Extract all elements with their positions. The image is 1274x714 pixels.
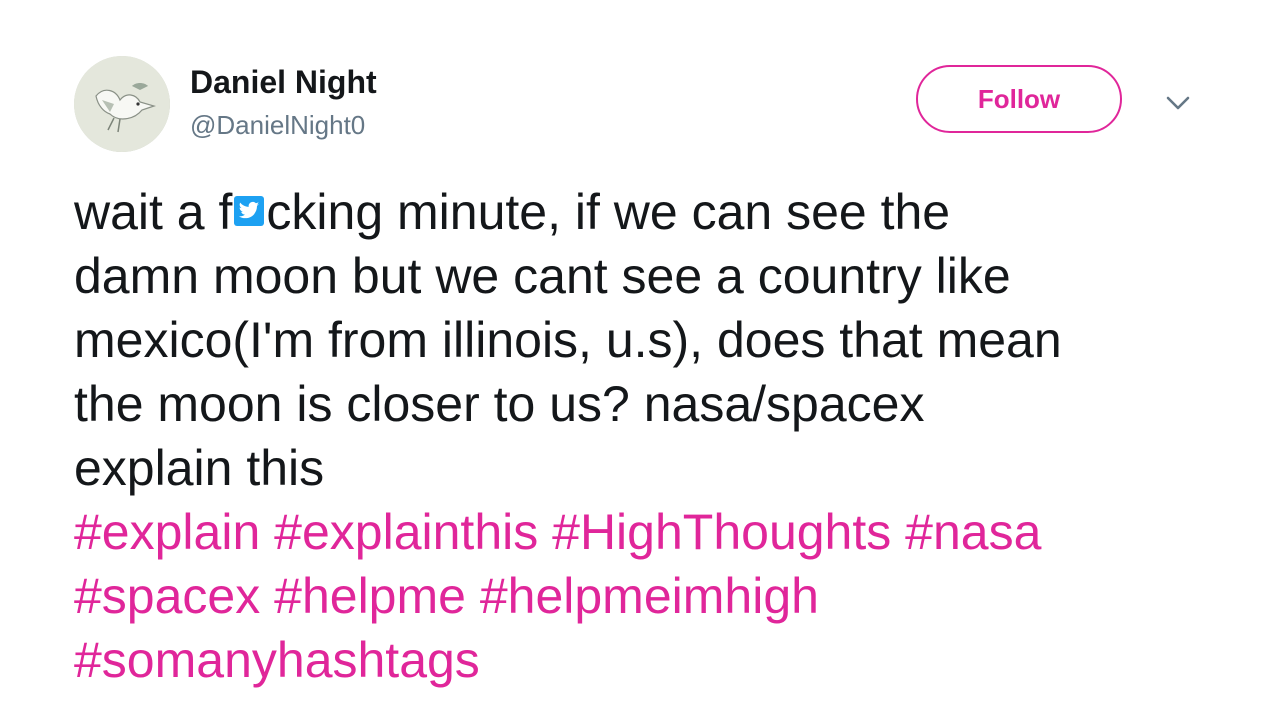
user-handle[interactable]: @DanielNight0 — [190, 108, 365, 142]
hashtag-link[interactable]: #nasa — [905, 504, 1041, 560]
hashtag-line: #somanyhashtags — [74, 628, 1224, 692]
tweet-line: the moon is closer to us? nasa/spacex — [74, 376, 925, 432]
hashtag-list: #explain #explainthis #HighThoughts #nas… — [74, 500, 1224, 692]
hashtag-link[interactable]: #somanyhashtags — [74, 632, 480, 688]
chevron-down-icon[interactable] — [1164, 92, 1192, 114]
bird-avatar-icon — [74, 56, 170, 152]
twitter-bird-icon — [234, 196, 265, 226]
hashtag-link[interactable]: #explain — [74, 504, 260, 560]
display-name[interactable]: Daniel Night — [190, 62, 377, 102]
tweet-text: wait a f cking minute, if we can see the … — [74, 180, 1224, 500]
user-avatar[interactable] — [74, 56, 170, 152]
hashtag-line: #spacex #helpme #helpmeimhigh — [74, 564, 1224, 628]
tweet-line: damn moon but we cant see a country like — [74, 248, 1011, 304]
tweet-card: Daniel Night @DanielNight0 Follow wait a… — [0, 0, 1274, 714]
hashtag-link[interactable]: #helpme — [274, 568, 466, 624]
hashtag-link[interactable]: #HighThoughts — [552, 504, 891, 560]
tweet-text-fragment: cking minute, if we can see the — [266, 184, 951, 240]
hashtag-link[interactable]: #helpmeimhigh — [480, 568, 819, 624]
hashtag-link[interactable]: #spacex — [74, 568, 260, 624]
tweet-line: explain this — [74, 440, 325, 496]
hashtag-line: #explain #explainthis #HighThoughts #nas… — [74, 500, 1224, 564]
tweet-text-fragment: wait a f — [74, 184, 233, 240]
tweet-line: mexico(I'm from illinois, u.s), does tha… — [74, 312, 1062, 368]
hashtag-link[interactable]: #explainthis — [274, 504, 538, 560]
follow-button[interactable]: Follow — [916, 65, 1122, 133]
tweet-line: wait a f cking minute, if we can see the — [74, 180, 1224, 244]
